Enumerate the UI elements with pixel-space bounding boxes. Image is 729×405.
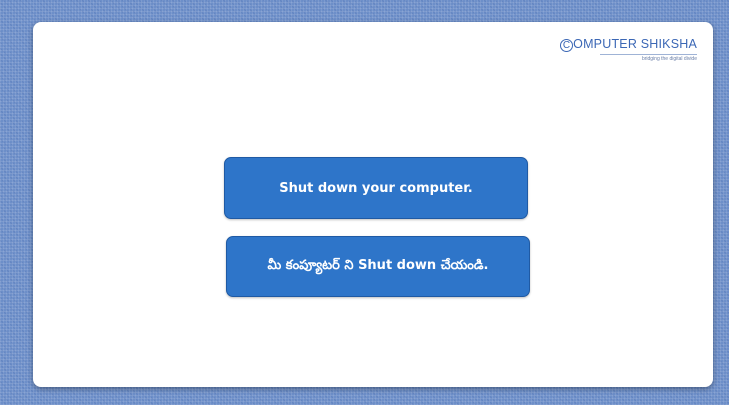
logo-divider: [600, 54, 697, 55]
logo-title: C OMPUTER SHIKSHA: [560, 37, 697, 52]
slide-card: C OMPUTER SHIKSHA bridging the digital di…: [33, 22, 713, 387]
instruction-text-telugu: మీ కంప్యూటర్ ని Shut down చేయండి.: [267, 257, 489, 273]
instruction-box-telugu: మీ కంప్యూటర్ ని Shut down చేయండి.: [226, 236, 530, 297]
computer-shiksha-logo: C OMPUTER SHIKSHA bridging the digital di…: [560, 37, 697, 62]
instruction-box-english: Shut down your computer.: [224, 157, 528, 219]
logo-initial: C: [560, 39, 574, 52]
logo-title-rest: OMPUTER SHIKSHA: [573, 37, 697, 51]
instruction-text-english: Shut down your computer.: [279, 180, 473, 196]
logo-tagline: bridging the digital divide: [641, 56, 697, 62]
